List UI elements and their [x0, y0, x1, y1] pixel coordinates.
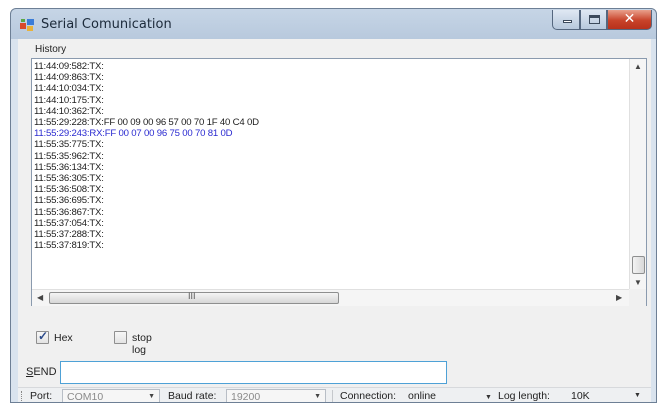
- log-line: 11:55:36:508:TX:: [34, 184, 104, 196]
- client-area: History 11:44:09:582:TX: 11:44:09:863:TX:…: [18, 39, 651, 403]
- log-line: 11:55:37:288:TX:: [34, 229, 104, 241]
- connection-dropdown-icon[interactable]: ▼: [485, 390, 492, 402]
- stop-log-label[interactable]: stop log: [132, 332, 152, 356]
- log-lines: 11:44:09:582:TX: 11:44:09:863:TX: 11:44:10…: [34, 61, 629, 289]
- scroll-up-icon[interactable]: ▲: [634, 62, 642, 71]
- status-bar: Port: COM10 ▼ Baud rate: 19200 ▼ Connect…: [18, 387, 651, 403]
- scroll-corner: [629, 289, 646, 306]
- log-line: 11:44:10:362:TX:: [34, 105, 104, 117]
- chevron-down-icon: ▼: [148, 393, 155, 400]
- maximize-button[interactable]: [580, 10, 607, 30]
- log-line: 11:55:36:867:TX:: [34, 206, 104, 218]
- baud-rate-value: 19200: [231, 391, 261, 403]
- horizontal-scroll-thumb[interactable]: III: [49, 291, 339, 304]
- baud-rate-label: Baud rate:: [168, 390, 217, 402]
- port-label: Port:: [30, 390, 53, 402]
- log-line: 11:44:09:582:TX:: [34, 61, 104, 72]
- hex-label[interactable]: Hex: [54, 332, 73, 344]
- history-group: History 11:44:09:582:TX: 11:44:09:863:TX:…: [23, 43, 647, 307]
- baud-rate-select[interactable]: 19200 ▼: [226, 389, 326, 403]
- log-length-dropdown-icon[interactable]: ▼: [634, 392, 641, 399]
- vertical-scroll-thumb[interactable]: [632, 256, 645, 274]
- stop-log-checkbox[interactable]: [114, 331, 127, 344]
- close-icon: ✕: [623, 11, 636, 27]
- connection-label: Connection:: [340, 390, 397, 402]
- log-line: 11:55:29:243:RX:FF 00 07 00 96 75 00 70 …: [34, 128, 233, 140]
- maximize-icon: [589, 15, 600, 24]
- port-select[interactable]: COM10 ▼: [62, 389, 160, 403]
- log-length-label: Log length:: [498, 390, 550, 402]
- send-input[interactable]: [60, 361, 447, 384]
- close-button[interactable]: ✕: [607, 10, 652, 30]
- send-label: SEND: [26, 366, 57, 378]
- log-line: 11:55:35:962:TX:: [34, 150, 104, 162]
- scroll-right-icon[interactable]: ▶: [616, 293, 622, 302]
- minimize-button[interactable]: [552, 10, 580, 30]
- log-line: 11:44:10:034:TX:: [34, 83, 104, 95]
- minimize-icon: [563, 20, 572, 23]
- log-length-value[interactable]: 10K: [571, 390, 590, 402]
- hex-checkbox[interactable]: [36, 329, 49, 344]
- log-line: 11:55:37:819:TX:: [34, 240, 104, 252]
- log-line: 11:44:10:175:TX:: [34, 94, 104, 106]
- horizontal-scrollbar[interactable]: ◀ III ▶: [32, 289, 629, 306]
- status-separator: [332, 390, 333, 402]
- status-grip: [21, 391, 23, 402]
- log-line: 11:44:09:863:TX:: [34, 72, 104, 84]
- history-log[interactable]: 11:44:09:582:TX: 11:44:09:863:TX: 11:44:10…: [31, 58, 647, 306]
- log-line: 11:55:36:305:TX:: [34, 173, 104, 185]
- port-value: COM10: [67, 391, 104, 403]
- serial-communication-window: Serial Comunication ✕ History 11:44:09:5…: [10, 8, 657, 403]
- title-bar[interactable]: Serial Comunication ✕: [11, 9, 656, 39]
- connection-status[interactable]: online: [408, 390, 436, 402]
- send-label-rest: END: [33, 366, 57, 378]
- scroll-left-icon[interactable]: ◀: [37, 293, 43, 302]
- vertical-scrollbar[interactable]: ▲ ▼: [629, 59, 646, 289]
- chevron-down-icon: ▼: [314, 393, 321, 400]
- log-line: 11:55:35:775:TX:: [34, 139, 104, 151]
- history-label: History: [35, 44, 67, 55]
- log-line: 11:55:36:134:TX:: [34, 161, 104, 173]
- scroll-down-icon[interactable]: ▼: [634, 278, 642, 287]
- window-title: Serial Comunication: [41, 17, 172, 32]
- log-line: 11:55:29:228:TX:FF 00 09 00 96 57 00 70 …: [34, 117, 259, 129]
- app-icon: [20, 19, 34, 31]
- thumb-grip: III: [188, 291, 196, 301]
- log-line: 11:55:37:054:TX:: [34, 217, 104, 229]
- log-line: 11:55:36:695:TX:: [34, 195, 104, 207]
